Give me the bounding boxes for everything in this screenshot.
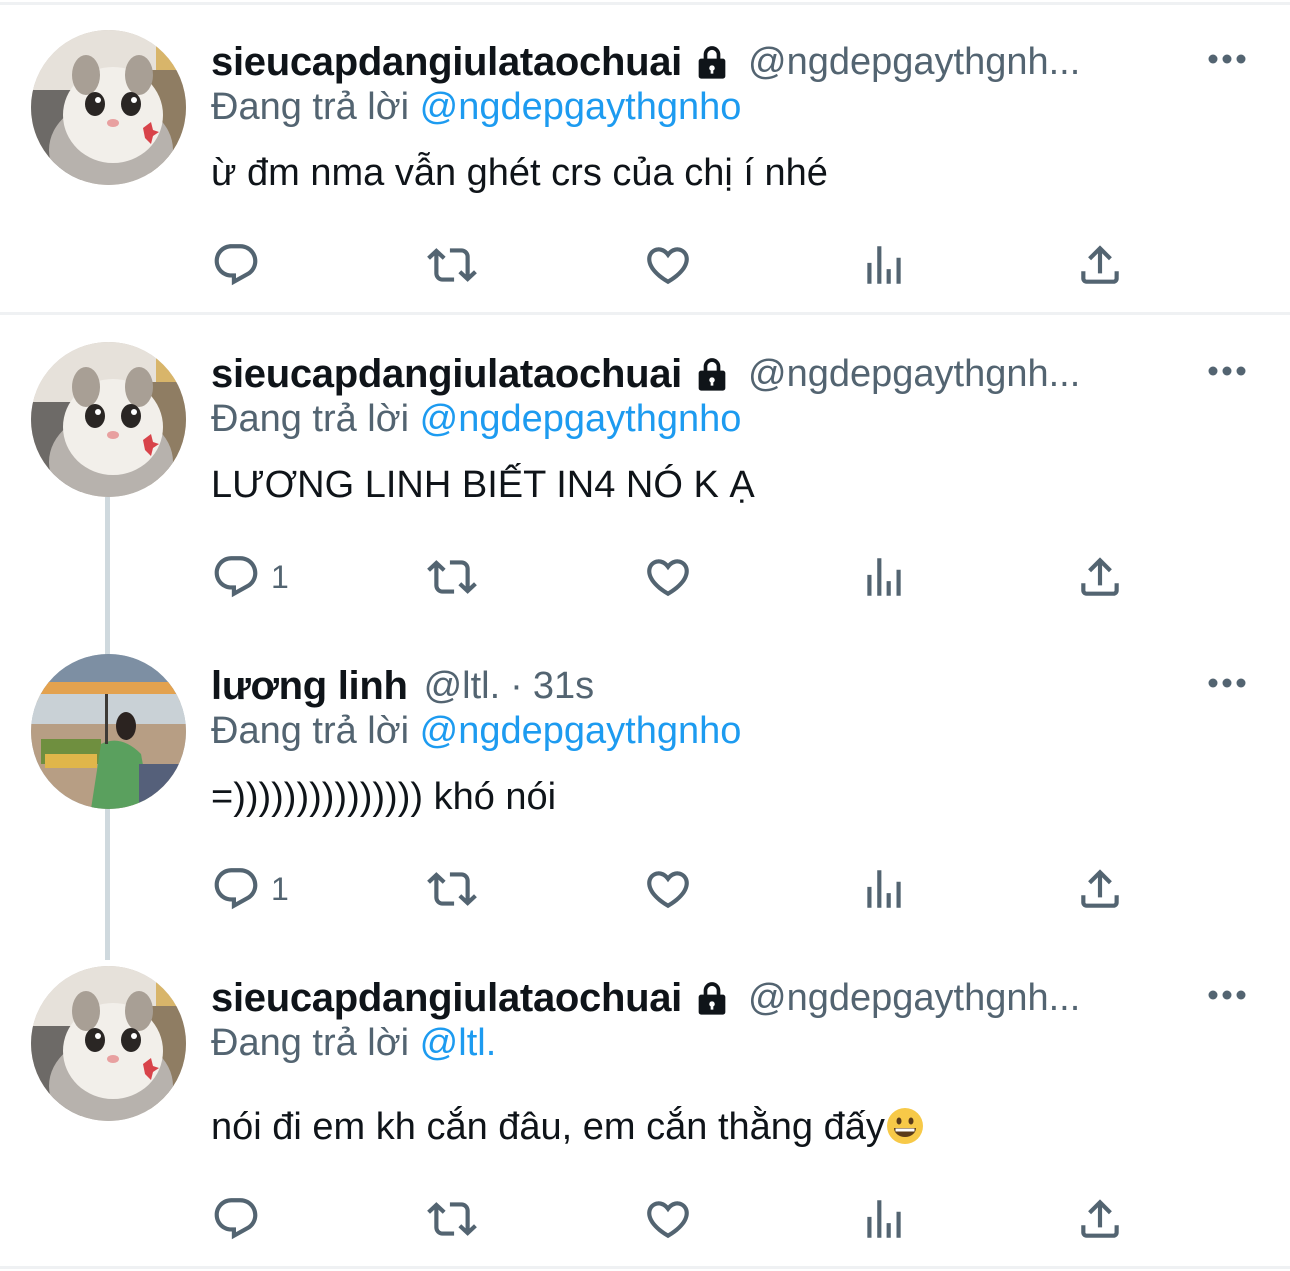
reply-button[interactable] [211,1194,261,1244]
separator-dot: · [510,664,523,707]
more-icon[interactable] [1205,668,1249,698]
views-button[interactable] [859,240,909,290]
heart-icon [643,552,693,602]
share-button[interactable] [1075,864,1125,914]
avatar[interactable] [31,966,186,1121]
mention-link[interactable]: @ngdepgaythgnho [420,398,742,440]
display-name[interactable]: sieucapdangiulataochuai [211,40,682,85]
retweet-button[interactable] [427,240,477,290]
reply-button[interactable]: 1 [211,552,289,602]
more-icon[interactable] [1205,980,1249,1010]
tweet-text: nói đi em kh cắn đâu, em cắn thằng đấy [211,1106,885,1148]
tweet[interactable]: sieucapdangiulataochuai @ngdepgaythgnh..… [0,936,1290,1266]
replying-to-label: Đang trả lời [211,86,410,128]
views-icon [859,864,909,914]
reply-button[interactable] [211,240,261,290]
action-bar [211,240,1151,296]
lock-icon [692,354,732,394]
like-button[interactable] [643,552,693,602]
retweet-icon [427,240,477,290]
avatar[interactable] [31,30,186,185]
handle[interactable]: @ngdepgaythgnh... [748,977,1080,1020]
reply-icon [211,864,261,914]
action-bar: 1 [211,552,1151,608]
more-icon[interactable] [1205,356,1249,386]
share-button[interactable] [1075,240,1125,290]
views-button[interactable] [859,1194,909,1244]
replying-to-label: Đang trả lời [211,1022,410,1064]
replying-to: Đang trả lời @ngdepgaythgnho [211,86,741,129]
lock-icon [692,42,732,82]
reply-button[interactable]: 1 [211,864,289,914]
share-icon [1075,552,1125,602]
retweet-icon [427,1194,477,1244]
mention-link[interactable]: @ngdepgaythgnho [420,86,742,128]
reply-count: 1 [271,870,289,907]
mention-link[interactable]: @ltl. [420,1022,497,1064]
avatar[interactable] [31,654,186,809]
share-button[interactable] [1075,552,1125,602]
avatar[interactable] [31,342,186,497]
views-button[interactable] [859,552,909,602]
like-button[interactable] [643,1194,693,1244]
share-icon [1075,240,1125,290]
bottom-divider [0,1266,1290,1269]
heart-icon [643,864,693,914]
tweet-header: lương linh @ltl. · 31s [211,662,594,710]
retweet-button[interactable] [427,552,477,602]
timestamp[interactable]: 31s [533,665,594,708]
display-name[interactable]: sieucapdangiulataochuai [211,352,682,397]
tweet-text: LƯƠNG LINH BIẾT IN4 NÓ K Ạ [211,464,755,506]
share-icon [1075,864,1125,914]
tweet-text: ừ đm nma vẫn ghét crs của chị í nhé [211,152,828,194]
replying-to: Đang trả lời @ngdepgaythgnho [211,710,741,753]
views-button[interactable] [859,864,909,914]
action-bar [211,1194,1151,1250]
heart-icon [643,240,693,290]
tweet[interactable]: lương linh @ltl. · 31s Đang trả lời @ngd… [0,624,1290,936]
reply-count: 1 [271,558,289,595]
replying-to-label: Đang trả lời [211,710,410,752]
tweet-header: sieucapdangiulataochuai @ngdepgaythgnh..… [211,38,1080,86]
share-button[interactable] [1075,1194,1125,1244]
views-icon [859,552,909,602]
handle[interactable]: @ltl. [424,665,501,708]
reply-icon [211,240,261,290]
grinning-face-emoji [885,1106,925,1146]
retweet-button[interactable] [427,864,477,914]
views-icon [859,240,909,290]
retweet-icon [427,864,477,914]
retweet-button[interactable] [427,1194,477,1244]
display-name[interactable]: sieucapdangiulataochuai [211,976,682,1021]
lock-icon [692,978,732,1018]
tweet[interactable]: sieucapdangiulataochuai @ngdepgaythgnh..… [0,312,1290,624]
like-button[interactable] [643,240,693,290]
replying-to: Đang trả lời @ltl. [211,1022,496,1065]
reply-icon [211,552,261,602]
reply-icon [211,1194,261,1244]
retweet-icon [427,552,477,602]
replying-to-label: Đang trả lời [211,398,410,440]
like-button[interactable] [643,864,693,914]
share-icon [1075,1194,1125,1244]
tweet-header: sieucapdangiulataochuai @ngdepgaythgnh..… [211,350,1080,398]
handle[interactable]: @ngdepgaythgnh... [748,41,1080,84]
tweet-text: =))))))))))))))) khó nói [211,776,557,818]
handle[interactable]: @ngdepgaythgnh... [748,353,1080,396]
tweet[interactable]: sieucapdangiulataochuai @ngdepgaythgnh..… [0,0,1290,312]
action-bar: 1 [211,864,1151,920]
more-icon[interactable] [1205,44,1249,74]
display-name[interactable]: lương linh [211,664,408,709]
tweet-text-container: nói đi em kh cắn đâu, em cắn thằng đấy [211,1106,925,1149]
heart-icon [643,1194,693,1244]
tweet-header: sieucapdangiulataochuai @ngdepgaythgnh..… [211,974,1080,1022]
replying-to: Đang trả lời @ngdepgaythgnho [211,398,741,441]
mention-link[interactable]: @ngdepgaythgnho [420,710,742,752]
views-icon [859,1194,909,1244]
